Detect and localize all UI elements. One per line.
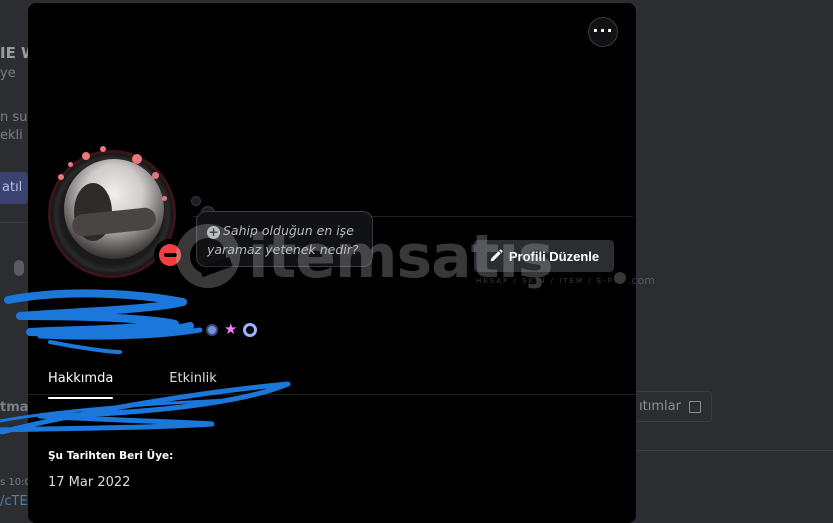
more-options-button[interactable]: ···	[588, 17, 618, 47]
custom-status-prompt[interactable]: + Sahip olduğun en işe yaramaz yetenek ne…	[196, 211, 373, 267]
badge-list: ★	[206, 322, 258, 337]
custom-status-prompt-text: Sahip olduğun en işe yaramaz yetenek ned…	[207, 223, 359, 257]
bg-divider	[0, 222, 28, 223]
tabs-divider	[28, 394, 636, 395]
status-dnd-icon	[154, 239, 186, 271]
blue-circle-badge-icon[interactable]	[206, 323, 218, 336]
member-since-value: 17 Mar 2022	[48, 475, 131, 490]
bg-right-button-label: ıtımlar	[639, 399, 681, 414]
blue-gear-badge-icon[interactable]	[243, 322, 258, 337]
avatar-image	[64, 159, 164, 259]
member-since-label: Şu Tarihten Beri Üye:	[48, 450, 174, 462]
pink-star-badge-icon[interactable]: ★	[224, 322, 237, 337]
bg-timestamp: s 10:0	[0, 477, 31, 488]
tab-activity[interactable]: Etkinlik	[169, 371, 216, 394]
note-bubble-tail	[191, 196, 201, 206]
edit-profile-label: Profili Düzenle	[508, 248, 600, 264]
add-icon: +	[207, 225, 220, 239]
bg-subtitle: ye	[0, 66, 16, 81]
profile-modal: ··· + Sahip olduğun en işe yaramaz yetene…	[28, 3, 636, 523]
tab-about[interactable]: Hakkımda	[48, 371, 114, 399]
avatar[interactable]	[44, 144, 188, 278]
bg-divider	[636, 450, 833, 451]
microphone-icon	[14, 260, 24, 276]
external-link-icon	[688, 400, 701, 413]
bg-right-button[interactable]: ıtımlar	[626, 391, 712, 422]
edit-profile-button[interactable]: Profili Düzenle	[474, 240, 614, 272]
bg-text-line: ekli	[0, 128, 23, 143]
more-icon: ···	[592, 20, 614, 40]
pencil-icon	[490, 249, 503, 262]
profile-tabs: Hakkımda Etkinlik	[48, 371, 217, 399]
bg-button[interactable]: atıl	[0, 172, 28, 204]
bg-link[interactable]: /cTE	[0, 494, 28, 509]
